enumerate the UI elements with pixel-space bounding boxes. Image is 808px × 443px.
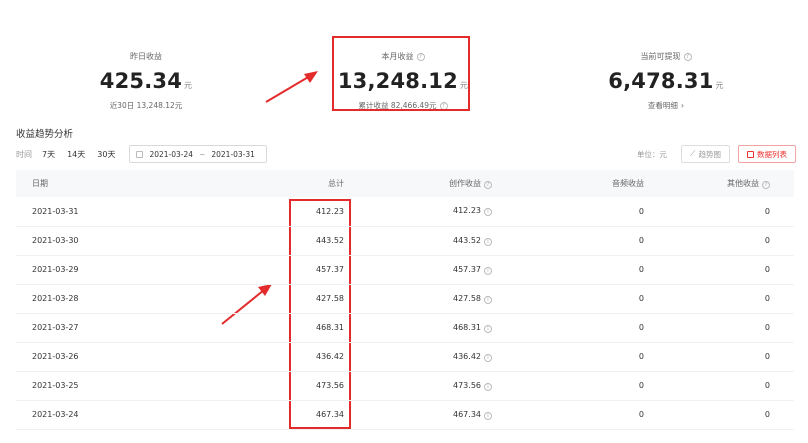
stat-yesterday-label: 昨日收益 [130, 52, 162, 61]
help-icon[interactable]: ? [762, 181, 770, 189]
cell-creation: 457.37 i [344, 255, 492, 284]
cell-total: 443.52 [316, 236, 344, 245]
stat-withdrawable-value: 6,478.31 元 [608, 69, 724, 93]
header-total: 总计 [328, 179, 344, 188]
cell-audio: 0 [638, 294, 644, 303]
stat-withdrawable: 当前可提现? 6,478.31 元 查看明细 › [566, 44, 766, 112]
cell-creation: 436.42 i [344, 342, 492, 371]
date-start: 2021-03-24 [149, 149, 194, 159]
cell-audio: 0 [638, 265, 644, 274]
stat-withdrawable-label: 当前可提现? [641, 51, 692, 62]
table-row: 2021-03-26 436.42 436.42 i 0 0 [16, 342, 794, 371]
stat-yesterday-sub: 近30日 13,248.12元 [109, 101, 183, 110]
cell-audio: 0 [638, 381, 644, 390]
cell-creation: 443.52 i [344, 226, 492, 255]
cell-total: 467.34 [316, 410, 344, 419]
cell-date: 2021-03-29 [32, 265, 79, 274]
table-header-row: 日期 总计 创作收益? 音频收益 其他收益? [16, 170, 794, 197]
annotation-arrow-top [265, 71, 318, 103]
cell-total: 427.58 [316, 294, 344, 303]
cell-other: 0 [764, 352, 770, 361]
range-30-days[interactable]: 30天 [97, 149, 115, 160]
trend-chart-icon: ⟋ [689, 149, 696, 158]
help-icon[interactable]: i [484, 353, 492, 362]
cell-other: 0 [764, 410, 770, 419]
cell-total: 412.23 [316, 206, 344, 216]
cell-total: 473.56 [316, 381, 344, 390]
cell-audio: 0 [638, 410, 644, 419]
unit-label: 单位：元 [636, 149, 667, 159]
range-14-days[interactable]: 14天 [67, 149, 85, 160]
list-icon [747, 150, 754, 158]
table-row: 2021-03-28 427.58 427.58 i 0 0 [16, 284, 794, 313]
time-filters: 时间 7天 14天 30天 2021-03-24 ~ 2021-03-31 [16, 145, 268, 163]
help-icon[interactable]: i [484, 208, 492, 217]
cell-other: 0 [764, 206, 770, 216]
range-7-days[interactable]: 7天 [42, 149, 55, 160]
view-details-link[interactable]: 查看明细 › [648, 100, 684, 111]
stat-yesterday-value: 425.34 元 [99, 69, 193, 93]
cell-date: 2021-03-31 [32, 206, 79, 216]
cell-other: 0 [764, 381, 770, 390]
cell-date: 2021-03-25 [32, 381, 79, 390]
help-icon[interactable]: i [484, 382, 492, 391]
cell-audio: 0 [638, 352, 644, 361]
cell-audio: 0 [638, 323, 644, 332]
date-separator: ~ [199, 149, 206, 159]
table-row: 2021-03-29 457.37 457.37 i 0 0 [16, 255, 794, 284]
help-icon[interactable]: i [484, 237, 492, 246]
cell-creation: 427.58 i [344, 284, 492, 313]
data-list-button[interactable]: 数据列表 [738, 145, 796, 163]
cell-total: 436.42 [316, 352, 344, 361]
header-audio: 音频收益 [612, 179, 644, 188]
cell-date: 2021-03-28 [32, 294, 79, 303]
header-other: 其他收益? [644, 170, 794, 197]
cell-date: 2021-03-24 [32, 410, 79, 419]
help-icon[interactable]: ? [683, 52, 692, 61]
trend-chart-button[interactable]: ⟋ 趋势图 [680, 145, 730, 163]
calendar-icon [136, 150, 144, 158]
table-row: 2021-03-24 467.34 467.34 i 0 0 [16, 400, 794, 429]
table-row: 2021-03-30 443.52 443.52 i 0 0 [16, 226, 794, 255]
stat-yesterday: 昨日收益 425.34 元 近30日 13,248.12元 [46, 44, 246, 112]
cell-other: 0 [764, 236, 770, 245]
help-icon[interactable]: i [484, 266, 492, 275]
cell-total: 468.31 [316, 323, 344, 332]
cell-creation: 467.34 i [344, 400, 492, 429]
cell-date: 2021-03-30 [32, 236, 79, 245]
cell-other: 0 [764, 323, 770, 332]
cell-date: 2021-03-26 [32, 352, 79, 361]
cell-audio: 0 [638, 206, 644, 216]
table-row: 2021-03-27 468.31 468.31 i 0 0 [16, 313, 794, 342]
cell-audio: 0 [638, 236, 644, 245]
cell-creation: 412.23 i [344, 197, 492, 226]
header-creation: 创作收益? [344, 170, 492, 197]
cell-creation: 468.31 i [344, 313, 492, 342]
time-filter-label: 时间 [16, 149, 32, 159]
highlight-box-month [332, 36, 470, 111]
date-range-picker[interactable]: 2021-03-24 ~ 2021-03-31 [129, 145, 268, 163]
cell-total: 457.37 [316, 265, 344, 274]
help-icon[interactable]: i [484, 324, 492, 333]
cell-other: 0 [764, 294, 770, 303]
table-row: 2021-03-31 412.23 412.23 i 0 0 [16, 197, 794, 226]
cell-date: 2021-03-27 [32, 323, 79, 332]
chevron-right-icon: › [680, 101, 685, 110]
earnings-table: 日期 总计 创作收益? 音频收益 其他收益? 2021-03-31 412.23 4… [16, 170, 794, 430]
cell-creation: 473.56 i [344, 371, 492, 400]
section-title: 收益趋势分析 [16, 129, 74, 140]
view-controls: 单位：元 ⟋ 趋势图 数据列表 [637, 145, 796, 163]
header-date: 日期 [32, 179, 48, 188]
help-icon[interactable]: ? [484, 181, 492, 189]
help-icon[interactable]: i [484, 411, 492, 420]
help-icon[interactable]: i [484, 295, 492, 304]
table-row: 2021-03-25 473.56 473.56 i 0 0 [16, 371, 794, 400]
cell-other: 0 [764, 265, 770, 274]
date-end: 2021-03-31 [211, 149, 255, 159]
